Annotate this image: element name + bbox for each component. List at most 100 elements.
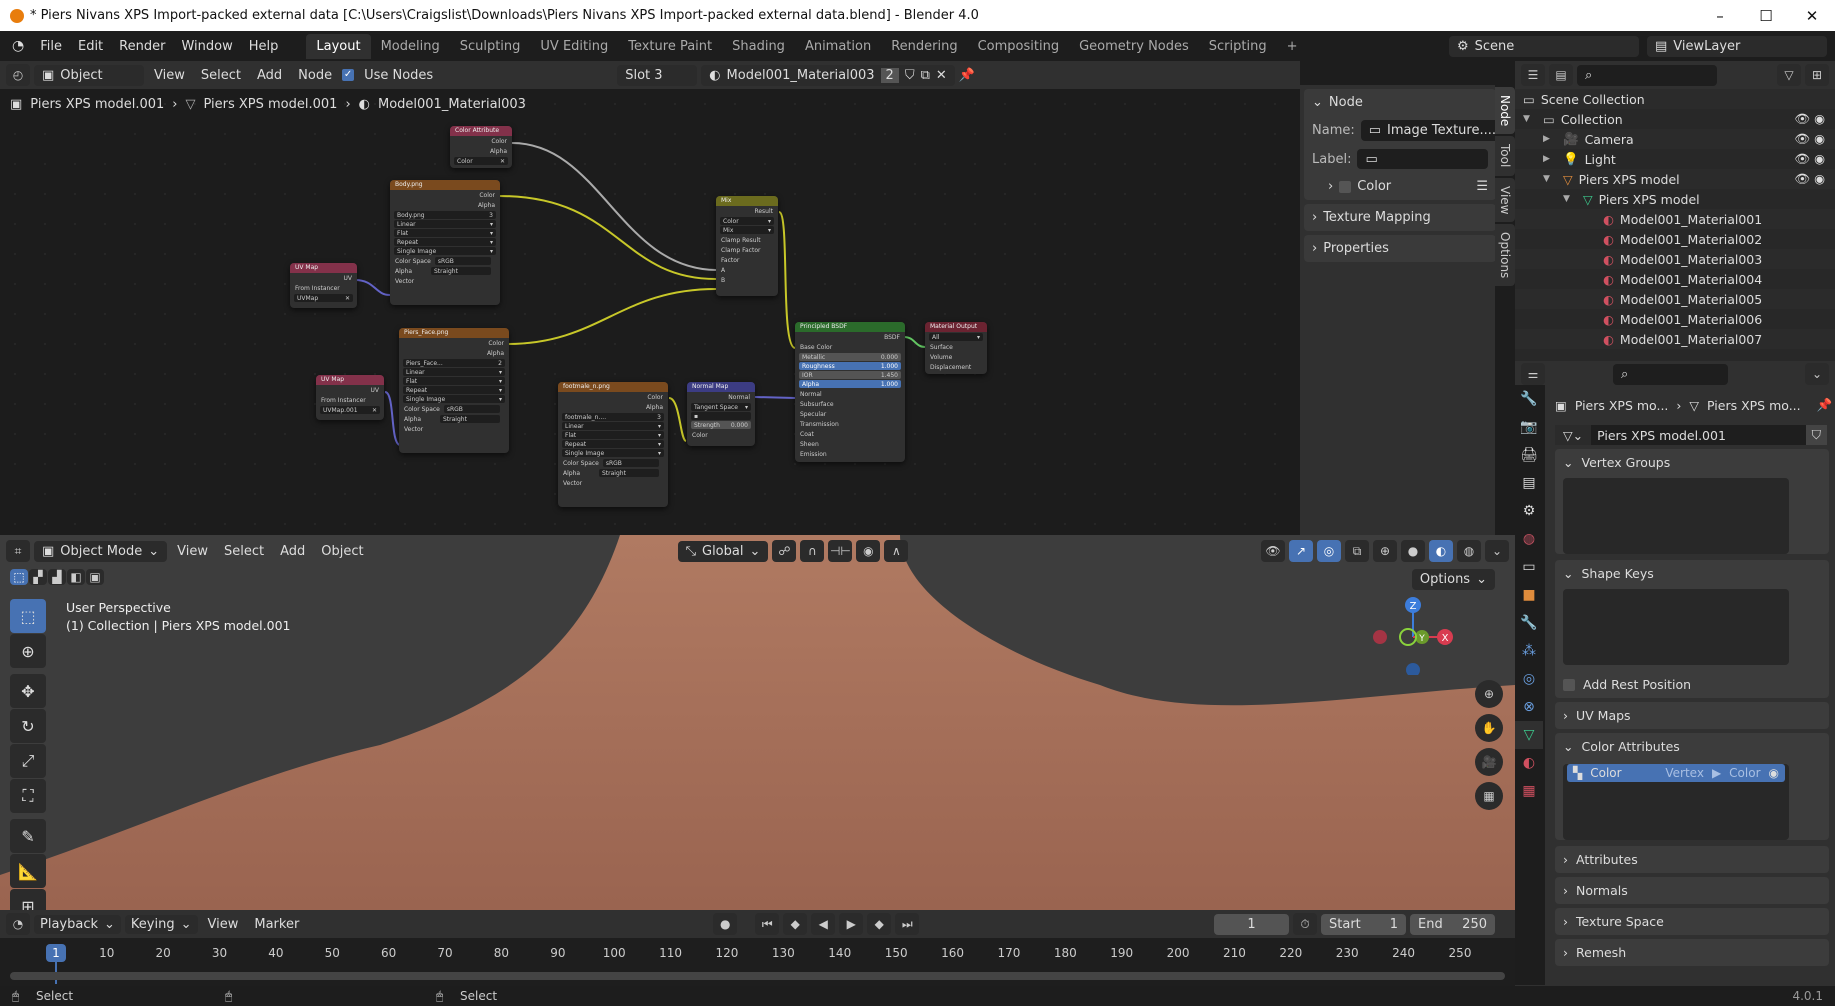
extension-dropdown[interactable]: Repeat ▾ [394, 238, 496, 246]
physics-tab-icon[interactable]: ◎ [1515, 665, 1543, 693]
mesh-data-icon[interactable]: ▽⌄ [1555, 425, 1592, 445]
node-panel-header[interactable]: ⌄ Node [1304, 89, 1496, 116]
camera-view-icon[interactable]: 🎥 [1475, 748, 1503, 776]
projection-dropdown[interactable]: Flat ▾ [562, 431, 664, 439]
orientation-dropdown[interactable]: ⤡ Global ⌄ [677, 540, 769, 562]
end-frame-field[interactable]: End 250 [1410, 913, 1495, 935]
node-name-field[interactable]: ▭ Image Texture.... [1360, 120, 1504, 141]
from-instancer-checkbox[interactable]: From Instancer [316, 395, 384, 405]
color-attr-field[interactable]: Color ✕ [454, 157, 508, 165]
outliner-item[interactable]: ◐ Model001_Material004 [1515, 269, 1835, 289]
color-space-dropdown[interactable]: sRGB [602, 459, 659, 467]
playback-menu[interactable]: Playback ⌄ [34, 914, 121, 934]
node-uv-map-2[interactable]: UV Map UV From Instancer UVMap.001 ✕ [316, 375, 384, 420]
image-field[interactable]: footmale_n.... 3 [562, 413, 664, 421]
preview-range-icon[interactable]: ⏱ [1293, 913, 1317, 935]
expand-down-icon[interactable]: ▼ [1563, 194, 1577, 204]
unlink-icon[interactable]: ✕ [936, 68, 947, 83]
outliner-item[interactable]: ▼ ▽ Piers XPS model 👁 ◉ [1515, 169, 1835, 189]
outliner-item[interactable]: ◐ Model001_Material005 [1515, 289, 1835, 309]
duplicate-icon[interactable]: ⧉ [921, 68, 930, 83]
add-cube-tool-icon[interactable]: ⊞ [10, 889, 46, 910]
expand-down-icon[interactable]: ▼ [1543, 174, 1557, 184]
current-frame-field[interactable]: 1 [1214, 913, 1289, 935]
node-canvas[interactable]: ▣ Piers XPS model.001 › ▽ Piers XPS model.… [0, 89, 1300, 535]
visibility-toggle-icon[interactable]: 👁 ◉ [1794, 151, 1825, 167]
view-layer-tab-icon[interactable]: ▤ [1515, 469, 1543, 497]
roughness-field[interactable]: Roughness 1.000 [799, 362, 901, 370]
outliner-item[interactable]: ▼ ▽ Piers XPS model [1515, 189, 1835, 209]
node-color-row[interactable]: › Color ☰ [1304, 173, 1496, 200]
workspace-tab-rendering[interactable]: Rendering [881, 34, 967, 59]
navigation-gizmo[interactable]: Z X Y [1370, 595, 1460, 675]
particles-tab-icon[interactable]: ⁂ [1515, 637, 1543, 665]
workspace-tab-modeling[interactable]: Modeling [371, 34, 450, 59]
shader-type-dropdown[interactable]: ▣ Object [34, 64, 144, 86]
jump-keyframe-prev-icon[interactable]: ◆ [783, 913, 808, 935]
expand-right-icon[interactable]: ▶ [1543, 154, 1557, 164]
workspace-tab-geometry-nodes[interactable]: Geometry Nodes [1069, 34, 1199, 59]
node-menu-add[interactable]: Add [251, 66, 288, 85]
play-reverse-icon[interactable]: ◀ [811, 913, 836, 935]
extension-dropdown[interactable]: Repeat ▾ [403, 386, 505, 394]
node-image-face[interactable]: Piers_Face.png Color Alpha Piers_Face...… [399, 328, 509, 453]
menu-render[interactable]: Render [111, 39, 173, 54]
select-intersect-icon[interactable]: ▣ [86, 569, 104, 585]
workspace-tab-animation[interactable]: Animation [795, 34, 881, 59]
annotate-tool-icon[interactable]: ✎ [10, 819, 46, 853]
tab-view[interactable]: View [1495, 177, 1515, 223]
extension-dropdown[interactable]: Repeat ▾ [562, 440, 664, 448]
normals-panel[interactable]: › Normals [1555, 877, 1829, 904]
texture-tab-icon[interactable]: ▦ [1515, 777, 1543, 805]
measure-tool-icon[interactable]: 📐 [10, 854, 46, 888]
workspace-tab-texture-paint[interactable]: Texture Paint [618, 34, 722, 59]
select-invert-icon[interactable]: ◧ [67, 569, 85, 585]
vertex-groups-list[interactable] [1563, 478, 1789, 554]
pin-icon[interactable]: 📌 [959, 68, 975, 83]
node-menu-select[interactable]: Select [195, 66, 247, 85]
minimize-button[interactable]: – [1697, 7, 1743, 25]
play-icon[interactable]: ▶ [839, 913, 864, 935]
clamp-result-checkbox[interactable]: Clamp Result [716, 235, 778, 245]
scene-tab-icon[interactable]: ⚙ [1515, 497, 1543, 525]
viewport-menu-object[interactable]: Object [315, 542, 369, 561]
options-dropdown[interactable]: ⌄ [1805, 363, 1829, 385]
list-icon[interactable]: ☰ [1476, 179, 1488, 194]
image-field[interactable]: Piers_Face... 2 [403, 359, 505, 367]
cursor-tool-icon[interactable]: ⊕ [10, 634, 46, 668]
blend-mode-dropdown[interactable]: Mix ▾ [720, 226, 774, 234]
menu-window[interactable]: Window [173, 39, 240, 54]
outliner-item[interactable]: ◐ Model001_Material001 [1515, 209, 1835, 229]
source-dropdown[interactable]: Single Image ▾ [394, 247, 496, 255]
alpha-dropdown[interactable]: Straight [431, 267, 491, 275]
tab-options[interactable]: Options [1495, 224, 1515, 287]
editor-type-icon[interactable]: ◔ [6, 913, 30, 935]
space-dropdown[interactable]: Tangent Space ▾ [691, 403, 751, 411]
scale-tool-icon[interactable]: ⤢ [10, 744, 46, 778]
jump-start-icon[interactable]: ⏮ [755, 913, 780, 935]
material-tab-icon[interactable]: ◐ [1515, 749, 1543, 777]
shading-options-icon[interactable]: ⌄ [1485, 540, 1509, 562]
scene-selector[interactable]: ⚙ Scene [1449, 35, 1639, 57]
add-workspace-button[interactable]: + [1277, 34, 1308, 59]
section-emission[interactable]: Emission [795, 449, 905, 459]
modifier-tab-icon[interactable]: 🔧 [1515, 609, 1543, 637]
image-field[interactable]: Body.png 3 [394, 211, 496, 219]
scene-collection-row[interactable]: ▭ Scene Collection [1515, 89, 1835, 109]
slot-dropdown[interactable]: Slot 3 [617, 64, 698, 86]
material-preview-shading-icon[interactable]: ◐ [1429, 540, 1453, 562]
viewport-menu-add[interactable]: Add [274, 542, 311, 561]
shape-keys-list[interactable] [1563, 589, 1789, 665]
visibility-toggle-icon[interactable]: 👁 ◉ [1794, 131, 1825, 147]
display-mode-icon[interactable]: ☰ [1521, 64, 1545, 86]
select-box-tool-icon[interactable]: ⬚ [10, 599, 46, 633]
outliner-item[interactable]: ▶ 💡 Light 👁 ◉ [1515, 149, 1835, 169]
section-transmission[interactable]: Transmission [795, 419, 905, 429]
visibility-toggle-icon[interactable]: 👁 ◉ [1794, 111, 1825, 127]
collection-tab-icon[interactable]: ▭ [1515, 553, 1543, 581]
editor-type-icon[interactable]: ◴ [6, 64, 30, 86]
editor-type-icon[interactable]: ⚌ [1521, 363, 1545, 385]
outliner-item[interactable]: ▶ 🎥 Camera 👁 ◉ [1515, 129, 1835, 149]
workspace-tab-uv-editing[interactable]: UV Editing [530, 34, 618, 59]
timeline-menu-marker[interactable]: Marker [248, 915, 305, 934]
